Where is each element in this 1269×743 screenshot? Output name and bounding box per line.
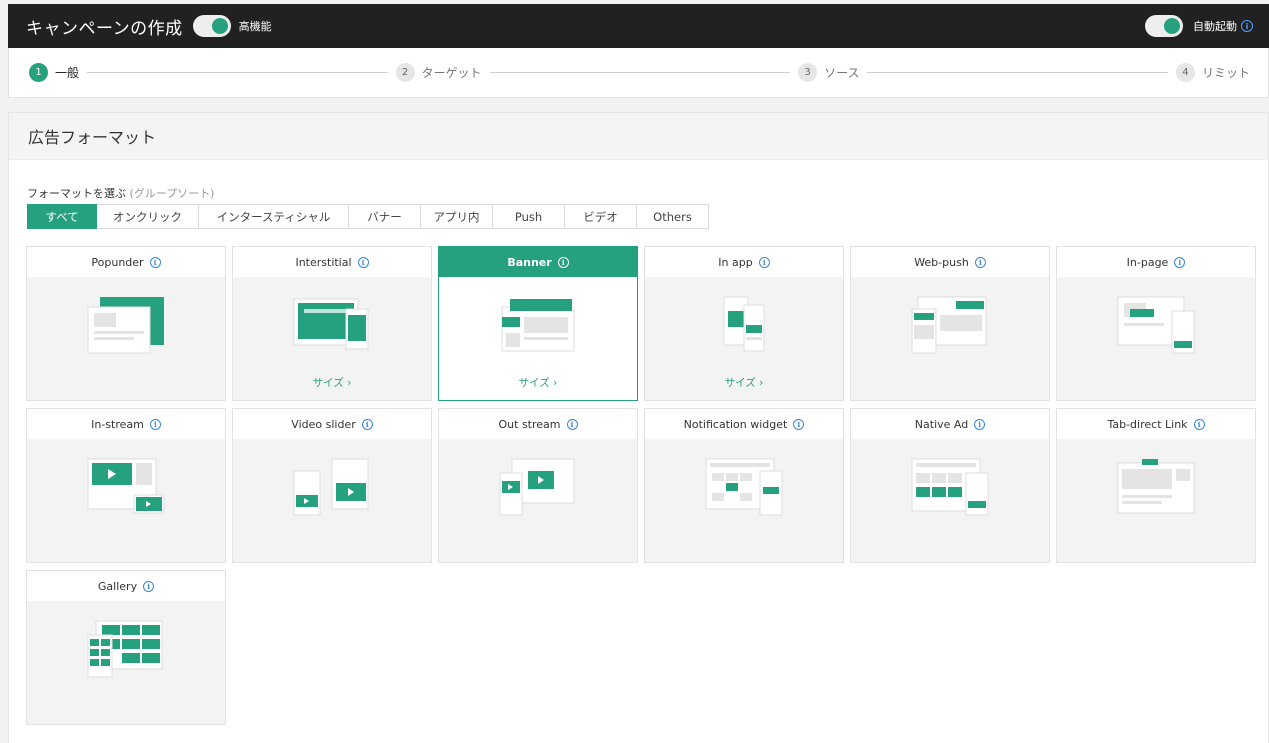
format-card-notification-widget[interactable]: Notification widget i [644, 408, 844, 563]
format-name: In app [718, 255, 753, 269]
format-name: Video slider [291, 417, 356, 431]
ad-format-panel: 広告フォーマット フォーマットを選ぶ (グループソート) すべて オンクリック … [8, 112, 1269, 743]
notification-widget-icon [645, 439, 843, 534]
advanced-label: 高機能 [238, 20, 272, 33]
filter-interstitial[interactable]: インタースティシャル [199, 204, 349, 229]
info-icon[interactable]: i [1174, 256, 1186, 268]
info-icon[interactable]: i [974, 418, 986, 430]
format-card-popunder[interactable]: Popunder i [26, 246, 226, 401]
top-bar: キャンペーンの作成 高機能 自動起動 i [8, 4, 1269, 48]
format-filter-group: すべて オンクリック インタースティシャル バナー アプリ内 Push ビデオ … [27, 204, 709, 229]
step-label: 一般 [55, 66, 80, 80]
step-source[interactable]: 3 ソース [798, 63, 859, 82]
info-icon[interactable]: i [149, 256, 161, 268]
filter-video[interactable]: ビデオ [565, 204, 637, 229]
info-icon[interactable]: i [758, 256, 770, 268]
format-card-in-page[interactable]: In-page i [1056, 246, 1256, 401]
format-name: Notification widget [683, 417, 788, 431]
format-name: Web-push [914, 255, 969, 269]
video-slider-icon [233, 439, 431, 534]
web-push-icon [851, 277, 1049, 372]
info-icon[interactable]: i [1193, 418, 1205, 430]
step-divider [489, 72, 791, 73]
native-ad-icon [851, 439, 1049, 534]
format-name: In-page [1126, 255, 1169, 269]
filter-onclick[interactable]: オンクリック [97, 204, 199, 229]
format-name: Gallery [97, 579, 138, 593]
format-card-native-ad[interactable]: Native Ad i [850, 408, 1050, 563]
step-limit[interactable]: 4 リミット [1175, 63, 1250, 82]
format-name: Tab-direct Link [1107, 417, 1188, 431]
info-icon[interactable]: i [149, 418, 161, 430]
info-icon[interactable]: i [357, 256, 369, 268]
format-card-in-app[interactable]: In app i サイズ › [644, 246, 844, 401]
page-title: キャンペーンの作成 [26, 18, 183, 39]
step-divider [867, 72, 1168, 73]
out-stream-icon [439, 439, 637, 534]
format-name: Out stream [498, 417, 561, 431]
step-divider [87, 72, 388, 73]
panel-title: 広告フォーマット [9, 113, 1268, 160]
format-name: Popunder [91, 255, 144, 269]
info-icon[interactable]: i [361, 418, 373, 430]
format-card-out-stream[interactable]: Out stream i [438, 408, 638, 563]
step-number: 4 [1175, 63, 1195, 82]
format-card-tab-direct-link[interactable]: Tab-direct Link i [1056, 408, 1256, 563]
step-number: 1 [29, 63, 48, 82]
format-card-banner[interactable]: Banner i サイズ › [438, 246, 638, 401]
info-icon[interactable]: i [1241, 20, 1253, 32]
step-target[interactable]: 2 ターゲット [395, 63, 482, 82]
in-app-icon [645, 277, 843, 372]
step-number: 2 [395, 63, 415, 82]
filter-all[interactable]: すべて [27, 204, 97, 229]
info-icon[interactable]: i [566, 418, 578, 430]
format-name: Banner [507, 255, 552, 269]
format-card-interstitial[interactable]: Interstitial i サイズ › [232, 246, 432, 401]
stepper: 1 一般 2 ターゲット 3 ソース 4 リミット [8, 48, 1269, 98]
tab-direct-link-icon [1057, 439, 1255, 534]
filter-banner[interactable]: バナー [349, 204, 421, 229]
popunder-icon [27, 277, 225, 372]
filter-in-app[interactable]: アプリ内 [421, 204, 493, 229]
step-label: ソース [824, 66, 860, 80]
step-general[interactable]: 1 一般 [29, 63, 79, 82]
advanced-toggle[interactable] [192, 15, 231, 37]
size-link[interactable]: サイズ › [233, 375, 431, 390]
info-icon[interactable]: i [557, 256, 569, 268]
size-link[interactable]: サイズ › [645, 375, 843, 390]
step-number: 3 [798, 63, 818, 82]
info-icon[interactable]: i [974, 256, 986, 268]
info-icon[interactable]: i [143, 580, 155, 592]
filter-others[interactable]: Others [637, 204, 709, 229]
filter-push[interactable]: Push [493, 204, 565, 229]
info-icon[interactable]: i [793, 418, 805, 430]
format-card-video-slider[interactable]: Video slider i [232, 408, 432, 563]
size-link[interactable]: サイズ › [439, 375, 637, 390]
format-name: Interstitial [295, 255, 352, 269]
format-card-web-push[interactable]: Web-push i [850, 246, 1050, 401]
step-label: ターゲット [421, 66, 482, 80]
format-card-in-stream[interactable]: In-stream i [26, 408, 226, 563]
format-name: Native Ad [914, 417, 969, 431]
step-label: リミット [1201, 66, 1250, 80]
in-page-icon [1057, 277, 1255, 372]
format-name: In-stream [91, 417, 144, 431]
gallery-icon [27, 601, 225, 696]
auto-start-label: 自動起動 [1193, 20, 1237, 33]
choose-format-label: フォーマットを選ぶ (グループソート) [27, 187, 215, 200]
format-card-gallery[interactable]: Gallery i [26, 570, 226, 725]
auto-start-toggle[interactable] [1145, 15, 1183, 37]
in-stream-icon [27, 439, 225, 534]
interstitial-icon [233, 277, 431, 372]
banner-icon [439, 277, 637, 372]
